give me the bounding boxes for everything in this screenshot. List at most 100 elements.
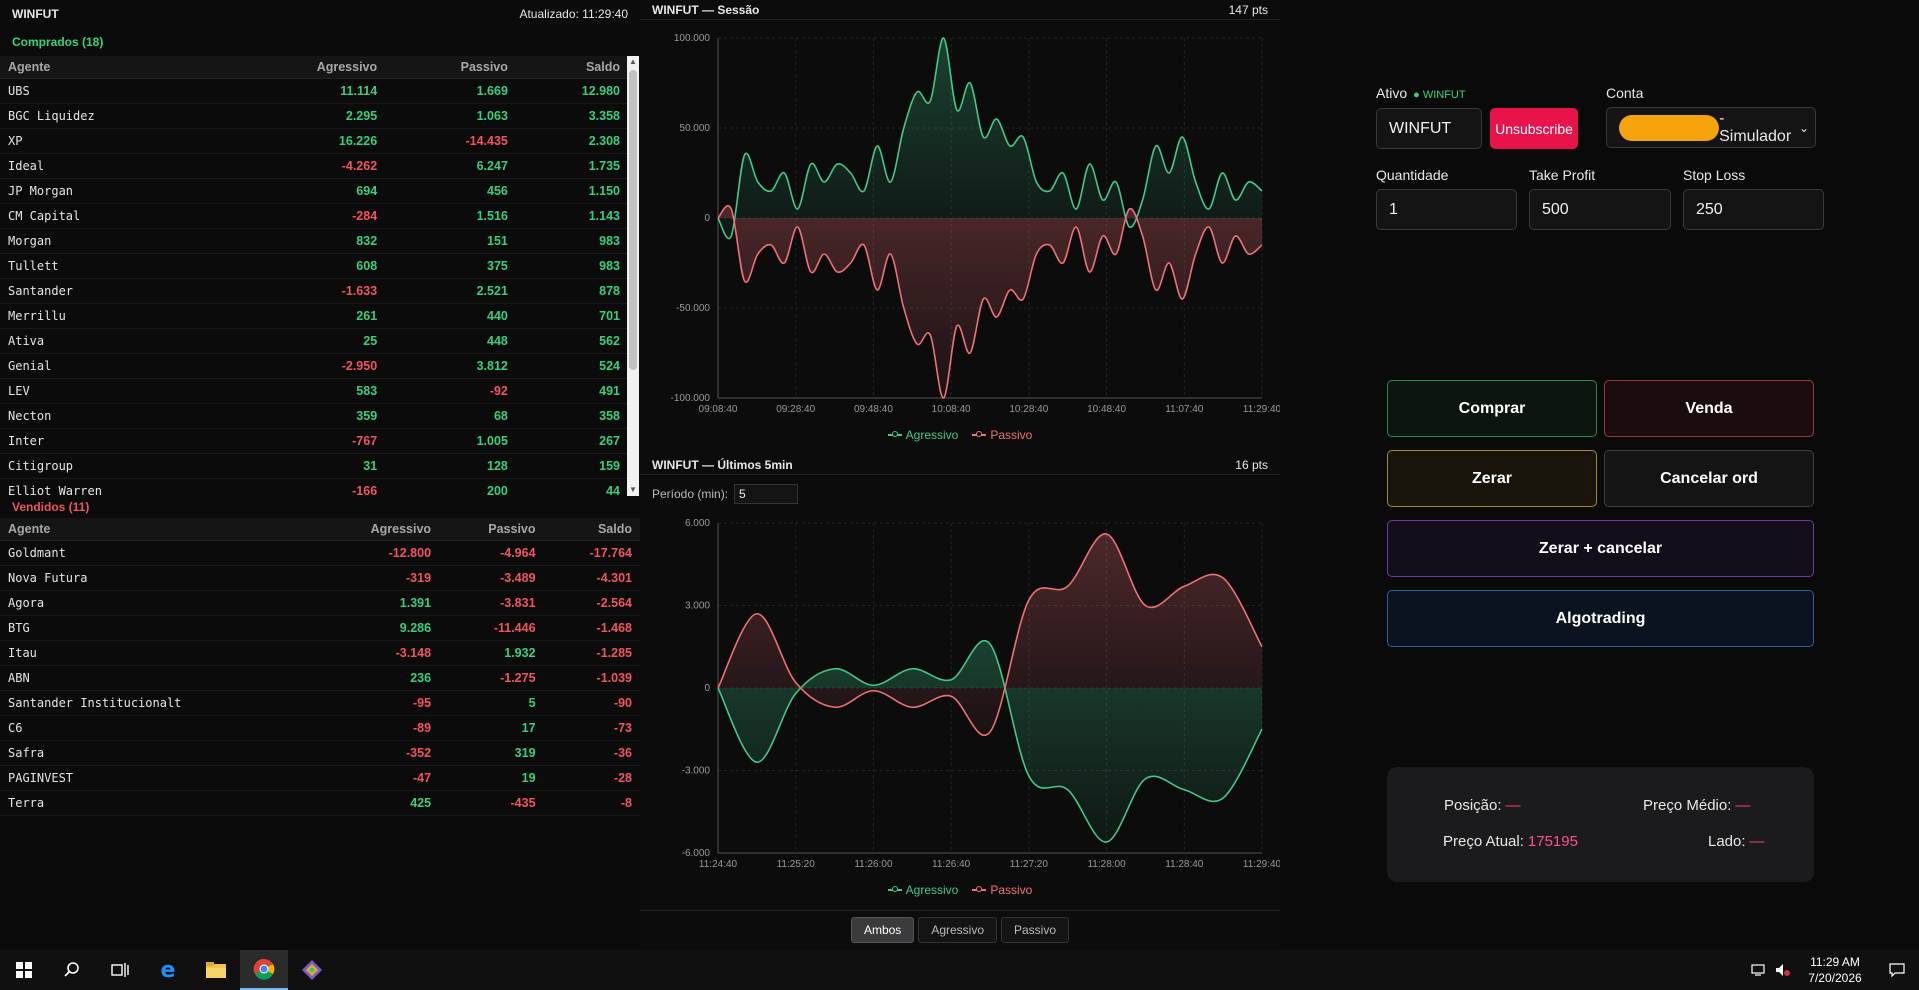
toggle-passivo[interactable]: Passivo xyxy=(1001,917,1070,943)
legend-passivo[interactable]: Passivo xyxy=(972,428,1032,442)
agent-name: Morgan xyxy=(0,228,228,254)
legend-agressivo[interactable]: Agressivo xyxy=(887,428,958,442)
col-header-passivo[interactable]: Passivo xyxy=(385,56,516,79)
saldo-value: -17.764 xyxy=(543,540,640,566)
zerar-button[interactable]: Zerar xyxy=(1387,450,1597,507)
y-tick-label: -50.000 xyxy=(676,303,710,314)
agressivo-value: -95 xyxy=(312,690,440,716)
charts-panel: WINFUT — Sessão 147 pts 09:08:40 09:28:40… xyxy=(640,0,1280,950)
agent-name: Tullett xyxy=(0,253,228,279)
col-header-agente[interactable]: Agente xyxy=(0,56,228,79)
x-tick-label: 11:28:40 xyxy=(1165,859,1204,870)
unsubscribe-button[interactable]: Unsubscribe xyxy=(1490,108,1578,149)
clock[interactable]: 11:29 AM 7/20/2026 xyxy=(1795,954,1875,986)
saldo-value: 701 xyxy=(515,303,628,329)
bought-table: Agente Agressivo Passivo Saldo UBS 11.114 1.6… xyxy=(0,56,628,496)
toggle-agressivo[interactable]: Agressivo xyxy=(918,917,997,943)
saldo-value: 159 xyxy=(515,453,628,479)
agressivo-value: 359 xyxy=(227,403,386,429)
legend-agressivo-2-marker xyxy=(887,885,902,895)
x-tick-label: 09:48:40 xyxy=(854,404,893,415)
agressivo-value: 25 xyxy=(227,328,386,354)
passivo-value: -4.964 xyxy=(439,540,544,566)
agressivo-value: -12.800 xyxy=(312,540,440,566)
scrollbar[interactable]: ▲ ▼ xyxy=(627,56,639,496)
task-view-icon[interactable] xyxy=(96,950,144,990)
toggle-ambos[interactable]: Ambos xyxy=(850,917,915,943)
app-icon[interactable] xyxy=(288,950,336,990)
stop-loss-input[interactable] xyxy=(1683,189,1824,230)
agents-panel: WINFUT Atualizado: 11:29:40 Comprados (1… xyxy=(0,0,640,950)
saldo-value: -73 xyxy=(543,715,640,741)
table-row: CM Capital -284 1.516 1.143 xyxy=(0,203,628,229)
passivo-value: -3.831 xyxy=(439,590,544,616)
session-chart: 09:08:40 09:28:40 09:48:40 10:08:40 10:28:40… xyxy=(671,33,1280,415)
volume-muted-icon[interactable] xyxy=(1771,950,1795,990)
saldo-value: 358 xyxy=(515,403,628,429)
file-explorer-icon[interactable] xyxy=(192,950,240,990)
x-tick-label: 10:48:40 xyxy=(1087,404,1126,415)
saldo-value: -8 xyxy=(543,790,640,816)
conta-select[interactable]: - Simulador ⌄ xyxy=(1606,107,1816,148)
network-icon[interactable] xyxy=(1747,950,1771,990)
scroll-down-arrow-icon[interactable]: ▼ xyxy=(627,484,639,496)
agent-name: Safra xyxy=(0,740,313,766)
passivo-value: 1.932 xyxy=(439,640,544,666)
agent-name: Ideal xyxy=(0,153,228,179)
ativo-input[interactable] xyxy=(1376,108,1482,149)
quantidade-input[interactable] xyxy=(1376,189,1517,230)
bought-table-scroll[interactable]: Agente Agressivo Passivo Saldo UBS 11.114 1.6… xyxy=(0,56,640,496)
comprar-button[interactable]: Comprar xyxy=(1387,380,1597,437)
period-label: Período (min): xyxy=(652,487,729,501)
saldo-value: 3.358 xyxy=(515,103,628,129)
period-input[interactable] xyxy=(734,484,799,504)
cancelar-ordens-button[interactable]: Cancelar ord xyxy=(1604,450,1814,507)
taskbar: e 11:29 AM 7/20/2026 xyxy=(0,950,1919,990)
chrome-icon[interactable] xyxy=(240,950,288,990)
y-tick-label: 3.000 xyxy=(685,601,710,612)
saldo-value: 267 xyxy=(515,428,628,454)
position-card: Posição: — Preço Médio: — Preço Atual: 1751… xyxy=(1387,767,1814,882)
passivo-value: -92 xyxy=(385,378,516,404)
zerar-cancelar-button[interactable]: Zerar + cancelar xyxy=(1387,520,1814,577)
agressivo-value: 31 xyxy=(227,453,386,479)
agent-name: PAGINVEST xyxy=(0,765,313,791)
passivo-value: 448 xyxy=(385,328,516,354)
table-row: Elliot Warren -166 200 44 xyxy=(0,478,628,496)
agent-name: Agora xyxy=(0,590,313,616)
stop-loss-label: Stop Loss xyxy=(1683,167,1746,183)
x-tick-label: 11:28:00 xyxy=(1087,859,1126,870)
col-header-saldo[interactable]: Saldo xyxy=(515,56,628,79)
agent-name: Goldmant xyxy=(0,540,313,566)
legend-agressivo-2[interactable]: Agressivo xyxy=(887,883,958,897)
saldo-value: 524 xyxy=(515,353,628,379)
take-profit-input[interactable] xyxy=(1529,189,1671,230)
edge-icon[interactable]: e xyxy=(144,950,192,990)
notifications-icon[interactable] xyxy=(1875,950,1919,990)
x-tick-label: 11:29:40 xyxy=(1243,859,1280,870)
agressivo-value: 236 xyxy=(312,665,440,691)
table-row: Inter -767 1.005 267 xyxy=(0,428,628,454)
windows-icon[interactable] xyxy=(0,950,48,990)
ativo-label: Ativo ● WINFUT xyxy=(1376,85,1466,101)
table-row: PAGINVEST -47 19 -28 xyxy=(0,765,640,791)
recent-legend: Agressivo Passivo xyxy=(640,883,1280,897)
col-header-agente[interactable]: Agente xyxy=(0,518,313,541)
col-header-saldo[interactable]: Saldo xyxy=(543,518,640,541)
venda-button[interactable]: Venda xyxy=(1604,380,1814,437)
col-header-agressivo[interactable]: Agressivo xyxy=(312,518,440,541)
col-header-agressivo[interactable]: Agressivo xyxy=(227,56,386,79)
scroll-up-arrow-icon[interactable]: ▲ xyxy=(627,56,639,68)
passivo-value: 17 xyxy=(439,715,544,741)
table-row: C6 -89 17 -73 xyxy=(0,715,640,741)
algotrading-button[interactable]: Algotrading xyxy=(1387,590,1814,647)
scroll-thumb[interactable] xyxy=(629,70,637,370)
agressivo-value: -352 xyxy=(312,740,440,766)
table-row: BGC Liquidez 2.295 1.063 3.358 xyxy=(0,103,628,129)
session-chart-pts: 147 pts xyxy=(1228,2,1268,17)
passivo-value: 6.247 xyxy=(385,153,516,179)
session-legend: Agressivo Passivo xyxy=(640,428,1280,442)
legend-passivo-2[interactable]: Passivo xyxy=(972,883,1032,897)
col-header-passivo[interactable]: Passivo xyxy=(439,518,544,541)
search-icon[interactable] xyxy=(48,950,96,990)
